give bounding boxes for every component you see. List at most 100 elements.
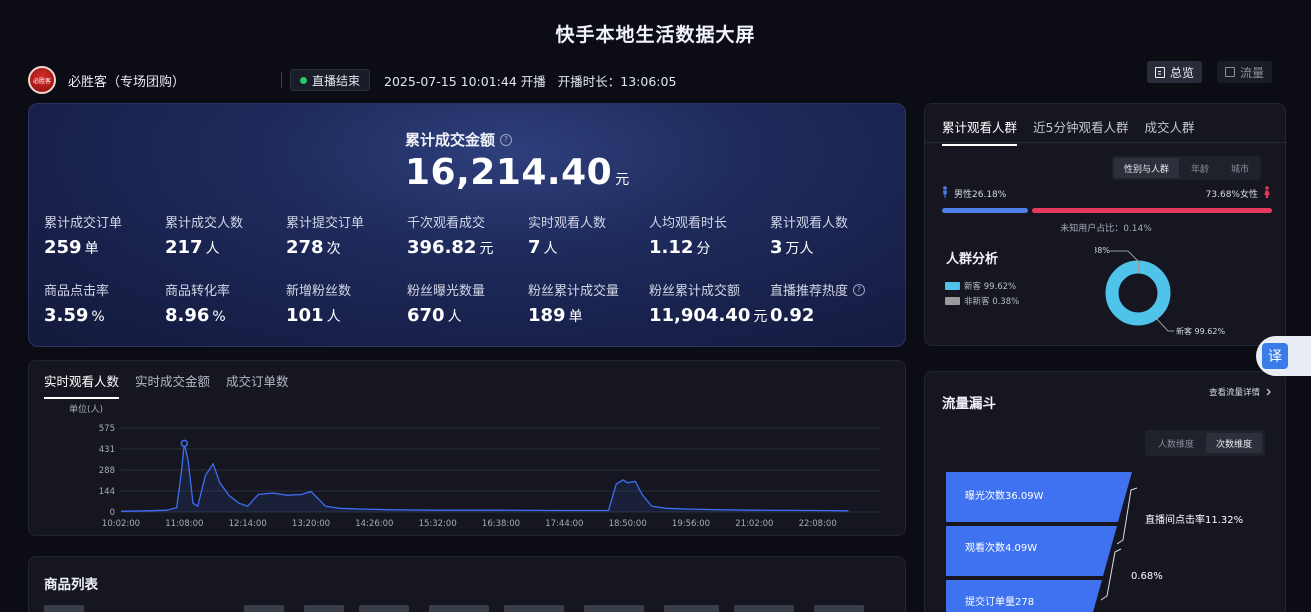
column-header-placeholder xyxy=(584,605,644,612)
product-list-title: 商品列表 xyxy=(44,577,98,593)
kpi-value-number: 3 xyxy=(770,237,783,258)
kpi-label-text: 粉丝累计成交额 xyxy=(649,284,741,299)
kpi-value: 8.96% xyxy=(165,305,285,326)
x-tick-label: 17:44:00 xyxy=(545,519,583,529)
kpi-item: 实时观看人数 7 人 xyxy=(528,212,648,258)
product-list-panel: 商品列表 xyxy=(28,556,906,612)
audience-dimension-switch: 性别与人群 年龄 城市 xyxy=(1112,156,1262,180)
funnel-stage-orders-label: 提交订单量278 xyxy=(965,595,1034,608)
kpi-value: 0.92 xyxy=(770,305,890,326)
x-tick-label: 11:08:00 xyxy=(165,519,203,529)
column-header-placeholder xyxy=(734,605,794,612)
kpi-label: 实时观看人数 xyxy=(528,212,648,231)
tab-order-count[interactable]: 成交订单数 xyxy=(226,371,289,399)
tab-traffic-label: 流量 xyxy=(1240,65,1265,80)
tab-realtime-gmv[interactable]: 实时成交金额 xyxy=(135,371,210,399)
y-tick-label: 0 xyxy=(110,508,115,518)
tab-traffic[interactable]: 流量 xyxy=(1217,61,1273,83)
kpi-value: 11,904.40 元 xyxy=(649,305,769,326)
x-tick-label: 15:32:00 xyxy=(419,519,457,529)
kpi-label: 累计观看人数 xyxy=(770,212,890,231)
legend-new-label: 新客 99.62% xyxy=(964,282,1017,292)
legend-old-label: 非新客 0.38% xyxy=(964,297,1020,307)
kpi-item: 累计成交人数 217 人 xyxy=(165,212,285,258)
column-header-placeholder xyxy=(359,605,409,612)
document-icon xyxy=(1155,66,1165,78)
column-header-placeholder xyxy=(664,605,719,612)
kpi-label-text: 商品转化率 xyxy=(165,284,231,299)
translate-icon: 译 xyxy=(1262,343,1288,369)
x-tick-label: 10:02:00 xyxy=(102,519,140,529)
tab-realtime-viewers[interactable]: 实时观看人数 xyxy=(44,371,120,399)
kpi-label: 人均观看时长 xyxy=(649,212,769,231)
unknown-user-note: 未知用户占比：0.14% xyxy=(1060,224,1152,234)
seg-count[interactable]: 次数维度 xyxy=(1206,433,1263,453)
donut-segment-new xyxy=(1105,260,1171,326)
audience-panel: 累计观看人群 近5分钟观看人群 成交人群 性别与人群 年龄 城市 男性26.18… xyxy=(924,103,1287,346)
kpi-label: 商品点击率 xyxy=(44,280,164,299)
page-title: 快手本地生活数据大屏 xyxy=(555,24,756,46)
traffic-funnel-chart: 曝光次数36.09W 观看次数4.09W 提交订单量278 直播间点击率11.3… xyxy=(946,472,1243,612)
kpi-item: 商品点击率 3.59% xyxy=(44,280,164,326)
customer-donut-chart: 非新客 0.38% 新客 99.62% xyxy=(1095,245,1225,336)
live-status-text: 直播结束 xyxy=(312,73,361,88)
kpi-label-text: 累计成交人数 xyxy=(165,216,244,231)
female-percentage: 73.68%女性 xyxy=(1205,190,1258,200)
kpi-label-text: 累计成交订单 xyxy=(44,216,123,231)
kpi-label-text: 直播推荐热度 xyxy=(770,284,849,299)
kpi-value: 396.82 元 xyxy=(407,237,527,258)
kpi-value: 1.12 分 xyxy=(649,237,769,258)
main-kpi-label: 累计成交金额 ? xyxy=(405,129,513,150)
seg-city[interactable]: 城市 xyxy=(1221,158,1259,178)
kpi-value-unit: 次 xyxy=(326,241,341,257)
kpi-value: 670 人 xyxy=(407,305,527,326)
kpi-label: 累计成交订单 xyxy=(44,212,164,231)
peak-point xyxy=(180,439,189,448)
seg-people[interactable]: 人数维度 xyxy=(1148,433,1204,453)
kpi-value-unit: 元 xyxy=(753,309,768,325)
y-axis-unit: 单位(人) xyxy=(69,403,103,415)
kpi-label-text: 实时观看人数 xyxy=(528,216,607,231)
kpi-value-number: 8.96 xyxy=(165,305,210,326)
kpi-value-number: 670 xyxy=(407,305,445,326)
funnel-rate-order: 0.68% xyxy=(1131,571,1163,582)
column-header-placeholder xyxy=(304,605,344,612)
tab-overview[interactable]: 总览 xyxy=(1147,61,1203,83)
kpi-value: 101 人 xyxy=(286,305,406,326)
kpi-label: 粉丝累计成交额 xyxy=(649,280,769,299)
kpi-value-number: 3.59 xyxy=(44,305,89,326)
tab-overview-label: 总览 xyxy=(1170,65,1195,80)
female-bar xyxy=(1032,208,1272,213)
help-icon[interactable]: ? xyxy=(500,133,513,146)
seg-gender-crowd[interactable]: 性别与人群 xyxy=(1114,158,1180,178)
kpi-label-text: 累计观看人数 xyxy=(770,216,849,231)
kpi-item: 新增粉丝数 101 人 xyxy=(286,280,406,326)
translate-button[interactable]: 译 xyxy=(1256,336,1311,376)
live-status-badge: 直播结束 xyxy=(290,69,371,91)
kpi-item: 千次观看成交 396.82 元 xyxy=(407,212,527,258)
view-tabs: 总览 流量 xyxy=(1147,61,1273,83)
kpi-item: 人均观看时长 1.12 分 xyxy=(649,212,769,258)
kpi-value-number: 278 xyxy=(286,237,324,258)
seg-age[interactable]: 年龄 xyxy=(1181,158,1219,178)
chevron-right-icon xyxy=(1266,388,1271,396)
kpi-value-unit: 单 xyxy=(568,309,583,325)
kpi-label-text: 新增粉丝数 xyxy=(286,284,352,299)
x-tick-label: 22:08:00 xyxy=(799,519,837,529)
kpi-label: 粉丝累计成交量 xyxy=(528,280,648,299)
column-header-placeholder xyxy=(44,605,84,612)
funnel-stage-views-label: 观看次数4.09W xyxy=(965,541,1037,554)
kpi-panel: 累计成交金额 ? 16,214.40 元 累计成交订单 259 单累计成交人数 217 人… xyxy=(28,103,906,347)
kpi-value: 3 万人 xyxy=(770,237,890,258)
kpi-value-number: 7 xyxy=(528,237,541,258)
live-duration: 开播时长：13:06:05 xyxy=(557,73,677,89)
help-icon[interactable]: ? xyxy=(853,283,866,296)
kpi-value-unit: 单 xyxy=(84,241,99,257)
male-icon xyxy=(943,186,947,198)
view-traffic-detail-link[interactable]: 查看流量详情 xyxy=(1209,386,1271,398)
legend-old-customer: 非新客 0.38% xyxy=(945,295,1019,307)
x-tick-label: 16:38:00 xyxy=(482,519,520,529)
header-divider xyxy=(281,72,283,88)
kpi-label-text: 商品点击率 xyxy=(44,284,110,299)
kpi-value: 3.59% xyxy=(44,305,164,326)
